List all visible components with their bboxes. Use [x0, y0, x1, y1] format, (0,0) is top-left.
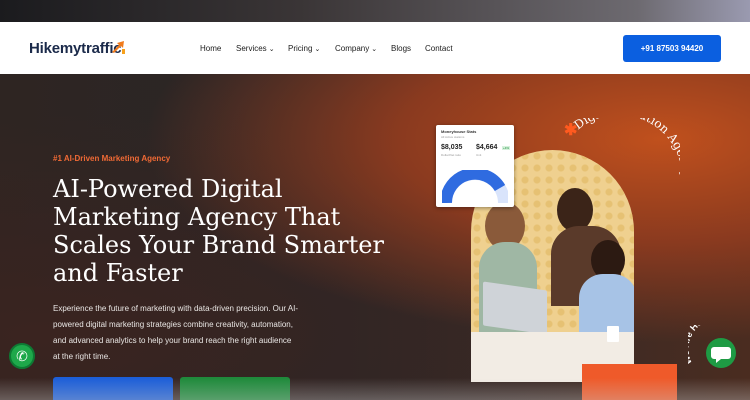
chat-bubble-icon: [711, 347, 731, 363]
laptop: [483, 281, 547, 335]
browser-top-strip: [0, 0, 750, 22]
stats-value-1: $8,035: [441, 144, 463, 151]
stats-value-2: $4,664: [476, 144, 498, 151]
nav-contact[interactable]: Contact: [425, 44, 453, 53]
nav-home[interactable]: Home: [200, 44, 221, 53]
hero-description: Experience the future of marketing with …: [53, 304, 299, 361]
nav-pricing[interactable]: Pricing ⌄: [288, 44, 320, 53]
stats-label-1: Dollar/Net ratio: [441, 153, 462, 157]
arc-text: Digital Solution Agency: [571, 118, 680, 179]
hero-eyebrow: #1 AI-Driven Marketing Agency: [53, 154, 171, 163]
bottom-fade: [0, 378, 750, 400]
chevron-down-icon: ⌄: [314, 46, 321, 53]
whatsapp-icon[interactable]: ✆: [9, 343, 35, 369]
arc-text-badge: Digital Solution Agency: [571, 118, 680, 179]
stats-title: Moneyhouse Stats: [441, 129, 477, 134]
nav-company[interactable]: Company ⌄: [335, 44, 377, 53]
stats-label-2: Unit: [476, 153, 482, 157]
coffee-cup: [607, 326, 619, 342]
chat-button[interactable]: [706, 338, 736, 368]
nav-blogs[interactable]: Blogs: [391, 44, 411, 53]
stats-badge: +4%: [502, 146, 511, 150]
nav-services[interactable]: Services ⌄: [236, 44, 275, 53]
svg-text:Digital Solution Agency: Digital Solution Agency: [571, 118, 680, 179]
hero-headline: AI-Powered Digital Marketing Agency That…: [53, 175, 384, 287]
chevron-down-icon: ⌄: [268, 46, 275, 53]
gauge-chart: [442, 170, 508, 203]
logo-arrow-icon: [112, 41, 125, 54]
stats-card: Moneyhouse Stats All Active stations $8,…: [436, 125, 514, 207]
phone-button[interactable]: +91 87503 94420: [623, 35, 721, 62]
stats-subtitle: All Active stations: [441, 135, 465, 139]
chevron-down-icon: ⌄: [371, 46, 378, 53]
brand-logo[interactable]: Hikemytraffic: [29, 40, 122, 57]
